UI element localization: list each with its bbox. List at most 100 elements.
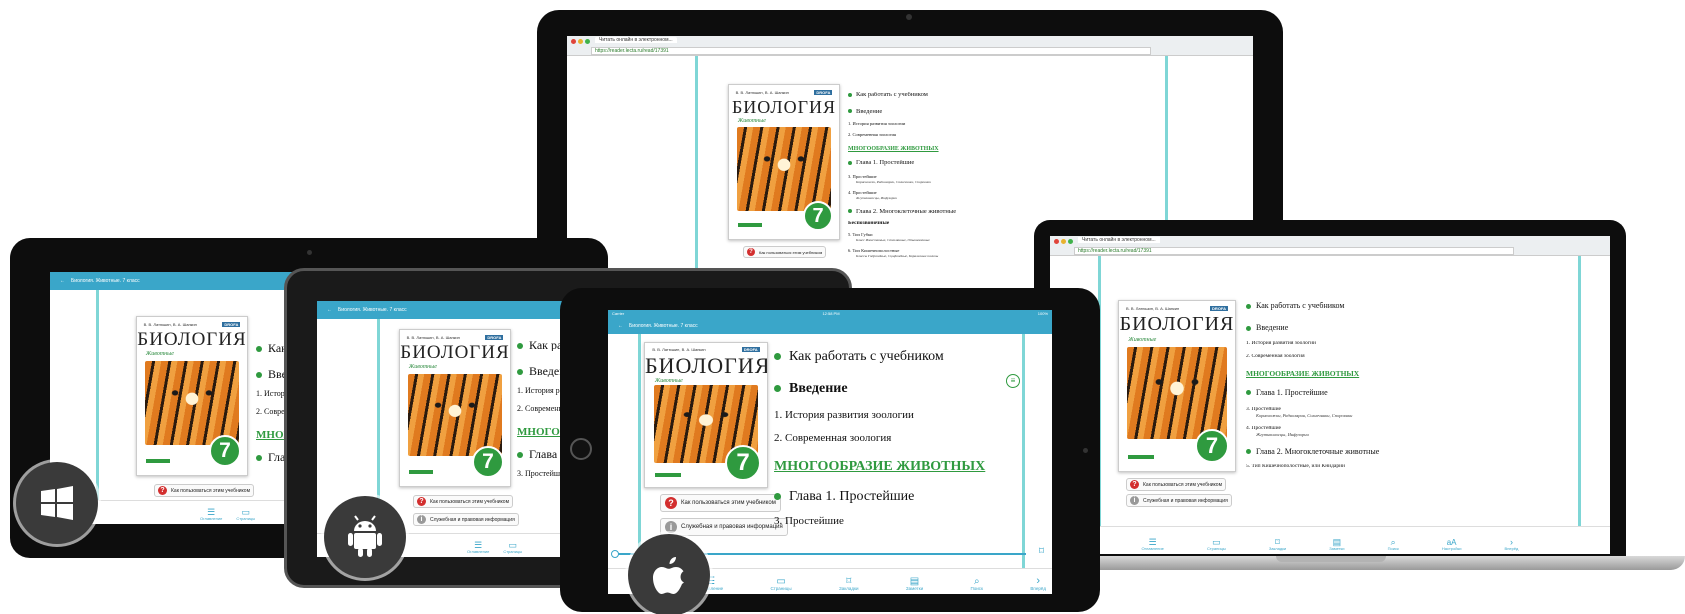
- toc-chapter-1[interactable]: Глава 1. Простейшие: [517, 448, 565, 460]
- toc-item-history[interactable]: 1. История развития зоологии: [517, 387, 565, 395]
- nav-pages[interactable]: ▭ Страницы: [1207, 538, 1226, 551]
- toc-item-history[interactable]: 1. История развития зоологии: [1246, 341, 1546, 347]
- toc-item-how-to[interactable]: Как работать с учебником: [848, 92, 1148, 99]
- toc-item-how-to[interactable]: Как работать с учебником: [774, 350, 1014, 364]
- nav-search[interactable]: ⌕ Поиск: [1388, 538, 1399, 551]
- browser-tab[interactable]: Читать онлайн в электронном...: [595, 37, 677, 43]
- nav-bookmarks[interactable]: ⌑ Закладки: [1269, 538, 1286, 551]
- nav-contents[interactable]: ☰ Оглавление: [467, 541, 489, 554]
- toc-chapter-2[interactable]: Глава 2. Многоклеточные животные: [1246, 448, 1546, 456]
- header-title: Биология. Животные. 7 класс: [71, 278, 140, 284]
- service-info-button[interactable]: i Служебная и правовая информация: [660, 518, 788, 536]
- nav-contents[interactable]: ☰ Оглавление: [1142, 538, 1164, 551]
- toc-item-how-to[interactable]: Как работать с учебником: [1246, 302, 1546, 310]
- toc-item-protozoa[interactable]: 3. Простейшие: [848, 175, 1148, 180]
- toc-item-protozoa[interactable]: 3. Простейшие: [517, 470, 565, 478]
- toc-chapter-2[interactable]: Глава 2. Многоклеточные животные: [848, 209, 1148, 216]
- bullet-icon: [256, 455, 262, 462]
- toc-section-diversity[interactable]: МНОГООБРАЗИЕ ЖИВОТНЫХ: [774, 460, 1014, 474]
- toc-item-protozoa2[interactable]: 4. Простейшие: [848, 191, 1148, 196]
- maximize-window-icon[interactable]: [1068, 239, 1073, 244]
- toc-item-how-to[interactable]: Как работать с учебником: [517, 339, 565, 351]
- browser-tab[interactable]: Читать онлайн в электронном...: [1078, 237, 1160, 243]
- toc-item-history[interactable]: 1. История развития зоологии: [848, 122, 1148, 127]
- page-border-right: [1578, 256, 1581, 554]
- toc-item-intro[interactable]: Введение: [517, 365, 565, 377]
- toc-item-protozoa2[interactable]: 4. Простейшие: [1246, 426, 1546, 432]
- minimize-window-icon[interactable]: [1061, 239, 1066, 244]
- toc-item-protozoa[interactable]: 3. Простейшие: [774, 516, 1014, 527]
- windows-icon: [16, 462, 98, 544]
- toc-chapter-1[interactable]: Глава 1. Простейшие: [848, 160, 1148, 167]
- bullet-icon: [848, 109, 852, 114]
- table-of-contents-partial: Как работать с учебником Введение 1. Ист…: [517, 339, 565, 478]
- close-window-icon[interactable]: [1054, 239, 1059, 244]
- toc-item-modern[interactable]: 2. Современная зоология: [1246, 354, 1546, 360]
- toc-section-diversity[interactable]: МНОГООБРАЗИЕ ЖИВОТНЫХ: [1246, 370, 1546, 378]
- toc-item-history[interactable]: 1. История развития зоологии: [774, 410, 1014, 421]
- book-cover[interactable]: В. В. Латюшин, В. А. Шапкин DROFA БИОЛОГ…: [136, 316, 248, 476]
- home-button[interactable]: [570, 438, 592, 460]
- toc-item-modern[interactable]: 2. Современная зоология: [517, 405, 565, 413]
- nav-search[interactable]: ⌕ Поиск: [971, 576, 983, 592]
- how-to-use-button[interactable]: ? Как пользоваться этим учебником: [660, 494, 781, 512]
- back-icon[interactable]: ←: [60, 278, 65, 284]
- nav-pages[interactable]: ▭ Страницы: [503, 541, 522, 554]
- toc-section-diversity[interactable]: МНОГООБРАЗИЕ ЖИВОТНЫХ: [848, 146, 1148, 152]
- maximize-window-icon[interactable]: [585, 39, 590, 44]
- close-window-icon[interactable]: [571, 39, 576, 44]
- minimize-window-icon[interactable]: [578, 39, 583, 44]
- book-cover[interactable]: В. В. Латюшин, В. А. Шапкин DROFA БИОЛОГ…: [1118, 300, 1236, 472]
- toc-item-intro[interactable]: Введение: [848, 109, 1148, 116]
- book-cover[interactable]: В. В. Латюшин, В. А. Шапкин DROFA БИОЛОГ…: [728, 84, 840, 240]
- address-bar[interactable]: https://reader.lecta.ru/read/17391: [591, 47, 1151, 55]
- toc-item-intro[interactable]: Введение: [1246, 324, 1546, 332]
- how-to-use-button[interactable]: ? Как пользоваться этим учебником: [743, 246, 827, 258]
- back-icon[interactable]: ←: [327, 307, 332, 313]
- how-to-use-button[interactable]: ? Как пользоваться этим учебником: [154, 484, 255, 497]
- bookmark-icon[interactable]: ⌑: [1039, 546, 1044, 557]
- tiger-image: [1127, 347, 1227, 439]
- nav-next[interactable]: › Вперёд: [1030, 575, 1046, 592]
- laptop-device: Читать онлайн в электронном... https://r…: [1034, 220, 1626, 558]
- back-icon[interactable]: ←: [618, 323, 623, 329]
- browser-bar: Читать онлайн в электронном... https://r…: [1050, 236, 1610, 256]
- grade-badge: 7: [472, 446, 504, 478]
- cover-title: БИОЛОГИЯ: [731, 97, 837, 117]
- book-cover[interactable]: В. В. Латюшин, В. А. Шапкин DROFA БИОЛОГ…: [399, 329, 511, 487]
- font-size-icon[interactable]: ≡: [1006, 374, 1020, 388]
- toc-chapter-1[interactable]: Глава 1. Простейшие: [774, 490, 1014, 504]
- device-showcase: Читать онлайн в электронном... https://r…: [0, 0, 1685, 614]
- toc-item-coelenterates[interactable]: 5. Тип Кишечнополостные, или Книдарии: [1246, 464, 1546, 470]
- cover-authors: В. В. Латюшин, В. А. Шапкин: [652, 347, 706, 353]
- service-info-button[interactable]: i Служебная и правовая информация: [1126, 494, 1232, 507]
- toc-item-modern[interactable]: 2. Современная зоология: [774, 433, 1014, 444]
- toc-section-diversity[interactable]: МНОГООБРАЗИЕ ЖИВОТНЫХ: [517, 427, 565, 438]
- how-to-use-button[interactable]: ? Как пользоваться этим учебником: [1126, 478, 1227, 491]
- nav-contents[interactable]: ☰ Оглавление: [200, 508, 222, 521]
- grade-badge: 7: [725, 445, 761, 481]
- bullet-icon: [517, 452, 523, 459]
- book-cover[interactable]: В. В. Латюшин, В. А. Шапкин DROFA БИОЛОГ…: [644, 342, 768, 488]
- cover-subtitle: Животные: [737, 118, 766, 124]
- toc-item-intro[interactable]: Введение: [774, 382, 1014, 396]
- nav-pages[interactable]: ▭ Страницы: [770, 576, 791, 592]
- carrier-label: Carrier: [612, 311, 625, 316]
- header-title: Биология. Животные. 7 класс: [629, 323, 698, 329]
- how-to-use-button[interactable]: ? Как пользоваться этим учебником: [413, 495, 514, 508]
- toc-item-protozoa[interactable]: 3. Простейшие: [1246, 407, 1546, 413]
- nav-bookmarks[interactable]: ⌑ Закладки: [839, 576, 858, 592]
- service-info-button[interactable]: i Служебная и правовая информация: [413, 513, 519, 526]
- cover-publisher: DROFA: [741, 347, 760, 353]
- bullet-icon: [848, 160, 852, 165]
- toc-item-modern[interactable]: 2. Современная зоология: [848, 133, 1148, 138]
- nav-notes[interactable]: ▤ Заметки: [906, 576, 923, 592]
- nav-pages[interactable]: ▭ Страницы: [236, 508, 255, 521]
- address-bar[interactable]: https://reader.lecta.ru/read/17391: [1074, 247, 1514, 255]
- nav-next[interactable]: › Вперёд: [1505, 538, 1519, 551]
- slider-thumb[interactable]: [611, 550, 619, 558]
- nav-settings[interactable]: aA Настройки: [1442, 539, 1462, 551]
- toc-chapter-1[interactable]: Глава 1. Простейшие: [1246, 389, 1546, 397]
- nav-notes[interactable]: ▤ Заметки: [1329, 538, 1344, 551]
- camera-icon: [307, 250, 312, 255]
